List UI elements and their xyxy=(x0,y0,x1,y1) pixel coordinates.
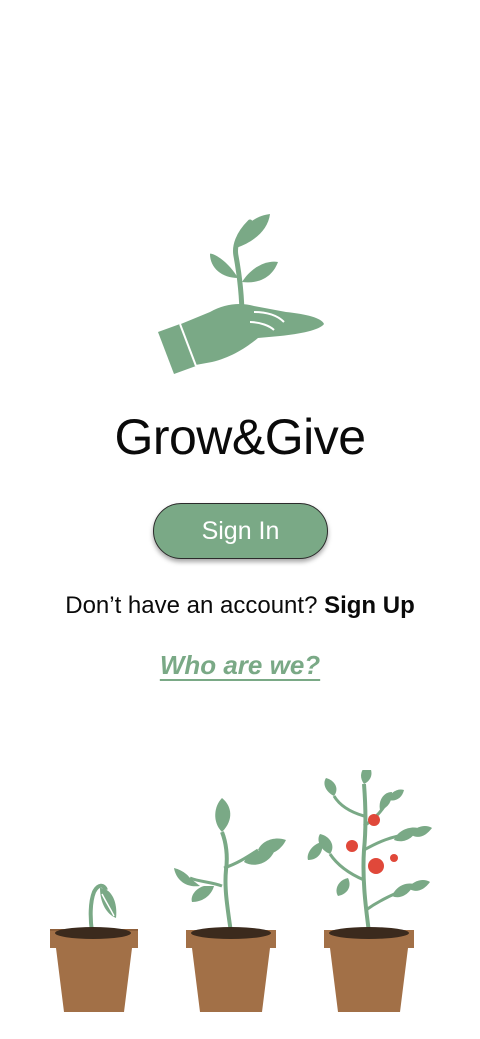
signup-prompt-row: Don’t have an account? Sign Up xyxy=(0,592,480,620)
hand-sprout-logo-icon xyxy=(150,208,330,378)
plant-growth-illustration xyxy=(0,764,480,1020)
sign-in-button[interactable]: Sign In xyxy=(153,503,328,559)
app-title: Grow&Give xyxy=(114,409,366,465)
who-are-we-link[interactable]: Who are we? xyxy=(160,650,320,680)
about-link-row: Who are we? xyxy=(0,650,480,681)
signup-prompt-text: Don’t have an account? xyxy=(65,592,318,619)
sign-up-link[interactable]: Sign Up xyxy=(324,592,415,619)
young-plant-pot-icon xyxy=(174,798,286,1012)
tomato-plant-pot-icon xyxy=(307,764,432,1012)
seedling-pot-icon xyxy=(50,883,138,1012)
